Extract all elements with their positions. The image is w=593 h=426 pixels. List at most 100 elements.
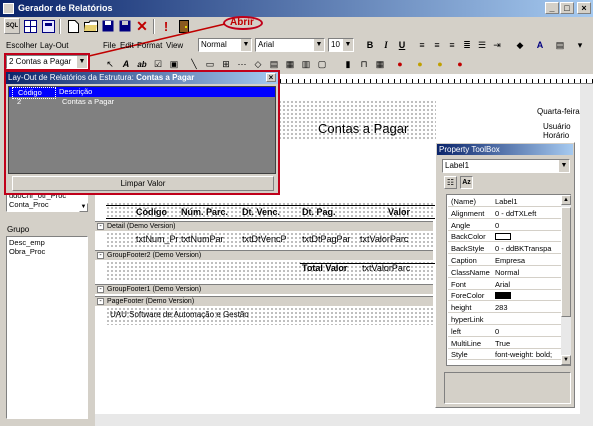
- property-row[interactable]: (Name) Label1: [448, 196, 569, 207]
- align-left-icon[interactable]: ≡: [414, 37, 430, 53]
- property-row[interactable]: left 0: [448, 326, 569, 337]
- property-row[interactable]: Font Arial: [448, 279, 569, 290]
- line-color-icon[interactable]: ▤: [552, 37, 568, 53]
- property-key: hyperLink: [451, 315, 484, 324]
- property-row[interactable]: ClassName Normal: [448, 267, 569, 278]
- menu-file[interactable]: File: [103, 41, 116, 50]
- maximize-button[interactable]: □: [560, 2, 574, 14]
- page-footer-band[interactable]: - PageFooter (Demo Version): [95, 296, 433, 306]
- menu-view[interactable]: View: [166, 41, 183, 50]
- property-value[interactable]: 0 - ddTXLeft: [495, 208, 569, 219]
- property-value[interactable]: 0: [495, 220, 569, 231]
- field-txtdtpag[interactable]: txtDtPagPar: [302, 234, 351, 244]
- header-horario: Horário: [543, 131, 570, 140]
- db-yellow2-icon[interactable]: ●: [432, 56, 448, 72]
- property-row[interactable]: BackColor: [448, 231, 569, 243]
- color-swatch[interactable]: [495, 292, 511, 300]
- property-row[interactable]: Alignment 0 - ddTXLeft: [448, 208, 569, 219]
- cross-section-tool-icon[interactable]: ⊓: [356, 56, 372, 72]
- property-value[interactable]: font-weight: bold;: [495, 349, 569, 360]
- minimize-button[interactable]: _: [545, 2, 559, 14]
- db-red-icon[interactable]: ●: [392, 56, 408, 72]
- sort-az-icon[interactable]: Az: [460, 176, 473, 189]
- field-list-item[interactable]: Conta_Proc: [9, 200, 87, 209]
- italic-icon[interactable]: I: [378, 37, 394, 53]
- property-row[interactable]: Style font-weight: bold;: [448, 349, 569, 361]
- justify-icon[interactable]: ≣: [459, 37, 475, 53]
- property-key: Style: [451, 350, 468, 360]
- clear-value-button[interactable]: Limpar Valor: [12, 176, 274, 191]
- close-button[interactable]: ×: [577, 2, 591, 14]
- chart-tool-icon[interactable]: ▥: [298, 56, 314, 72]
- layout-label: Lay-Out: [40, 41, 69, 50]
- dialog-close-button[interactable]: ×: [266, 73, 276, 82]
- property-row[interactable]: BackStyle 0 - ddBKTranspa: [448, 243, 569, 255]
- property-scrollbar[interactable]: ▲ ▼: [561, 195, 571, 365]
- frame-tool-icon[interactable]: ▢: [314, 56, 330, 72]
- property-key: Alignment: [451, 208, 485, 218]
- font-color-icon[interactable]: A: [532, 37, 548, 53]
- property-row[interactable]: Angle 0: [448, 220, 569, 231]
- col-header-descricao[interactable]: Descrição: [59, 87, 92, 97]
- field-txtvalor[interactable]: txtValorParc: [360, 234, 408, 244]
- group-footer2-band[interactable]: - GroupFooter2 (Demo Version): [95, 250, 433, 260]
- grid-icon[interactable]: [22, 18, 38, 34]
- col-dt-venc: Dt. Venc.: [242, 207, 281, 217]
- object-select[interactable]: Label1 ▼: [442, 159, 570, 173]
- property-value[interactable]: 283: [495, 302, 569, 313]
- align-right-icon[interactable]: ≡: [444, 37, 460, 53]
- property-key: ClassName: [451, 267, 490, 277]
- subreport-tool-icon[interactable]: ▦: [282, 56, 298, 72]
- barcode-tool-icon[interactable]: ▮: [340, 56, 356, 72]
- horizontal-scrollbar[interactable]: [95, 414, 593, 426]
- grupo-item[interactable]: Obra_Proc: [9, 247, 85, 256]
- property-value[interactable]: Empresa: [495, 255, 569, 266]
- property-value[interactable]: 0: [495, 326, 569, 337]
- vertical-scrollbar[interactable]: [580, 84, 593, 414]
- style-select[interactable]: Normal ▼: [198, 38, 252, 52]
- sql-button[interactable]: SQL: [4, 18, 20, 34]
- menu-edit[interactable]: Edit: [120, 41, 134, 50]
- toolbar-more-icon[interactable]: ▾: [572, 37, 588, 53]
- new-file-icon[interactable]: [65, 18, 81, 34]
- field-txtnum[interactable]: txtNum_Pr: [136, 234, 179, 244]
- db-yellow-icon[interactable]: ●: [412, 56, 428, 72]
- align-center-icon[interactable]: ≡: [429, 37, 445, 53]
- property-value[interactable]: 0 - ddBKTranspa: [495, 243, 569, 254]
- indent-icon[interactable]: ⇥: [489, 37, 505, 53]
- grupo-list[interactable]: Desc_emp Obra_Proc: [6, 236, 88, 419]
- property-row[interactable]: height 283: [448, 302, 569, 314]
- detail-band[interactable]: - Detail (Demo Version): [95, 221, 433, 231]
- property-row[interactable]: Caption Empresa: [448, 255, 569, 266]
- field-txtdtvenc[interactable]: txtDtVencP: [242, 234, 287, 244]
- property-key: Font: [451, 279, 467, 289]
- property-value[interactable]: Label1: [495, 196, 569, 207]
- font-size-select[interactable]: 10 ▼: [328, 38, 354, 52]
- db-red2-icon[interactable]: ●: [452, 56, 468, 72]
- font-select[interactable]: Arial ▼: [255, 38, 325, 52]
- menu-format[interactable]: Format: [137, 41, 162, 50]
- property-row[interactable]: hyperLink: [448, 314, 569, 325]
- categorized-icon[interactable]: ☷: [444, 176, 457, 189]
- property-key: BackColor: [451, 232, 486, 242]
- group-footer1-band[interactable]: - GroupFooter1 (Demo Version): [95, 284, 433, 294]
- layout-icon[interactable]: [40, 18, 56, 34]
- table-tool-icon[interactable]: ▦: [372, 56, 388, 72]
- property-value[interactable]: Arial: [495, 279, 569, 290]
- property-value[interactable]: True: [495, 338, 569, 349]
- property-row[interactable]: ForeColor: [448, 290, 569, 302]
- property-value[interactable]: Normal: [495, 267, 569, 278]
- property-key: left: [451, 326, 462, 336]
- field-txtnumpar[interactable]: txtNumPar: [181, 234, 224, 244]
- grupo-item[interactable]: Desc_emp: [9, 238, 85, 247]
- bold-icon[interactable]: B: [362, 37, 378, 53]
- property-key: height: [451, 303, 472, 313]
- dialog-grid-row[interactable]: 2 Contas a Pagar: [9, 97, 275, 107]
- property-row[interactable]: MultiLine True: [448, 338, 569, 349]
- chevron-down-icon[interactable]: ▼: [79, 203, 88, 212]
- underline-icon[interactable]: U: [394, 37, 410, 53]
- color-swatch[interactable]: [495, 233, 511, 241]
- bullets-icon[interactable]: ☰: [474, 37, 490, 53]
- total-field[interactable]: txtValorParc: [362, 263, 410, 273]
- fill-color-icon[interactable]: ◆: [512, 37, 528, 53]
